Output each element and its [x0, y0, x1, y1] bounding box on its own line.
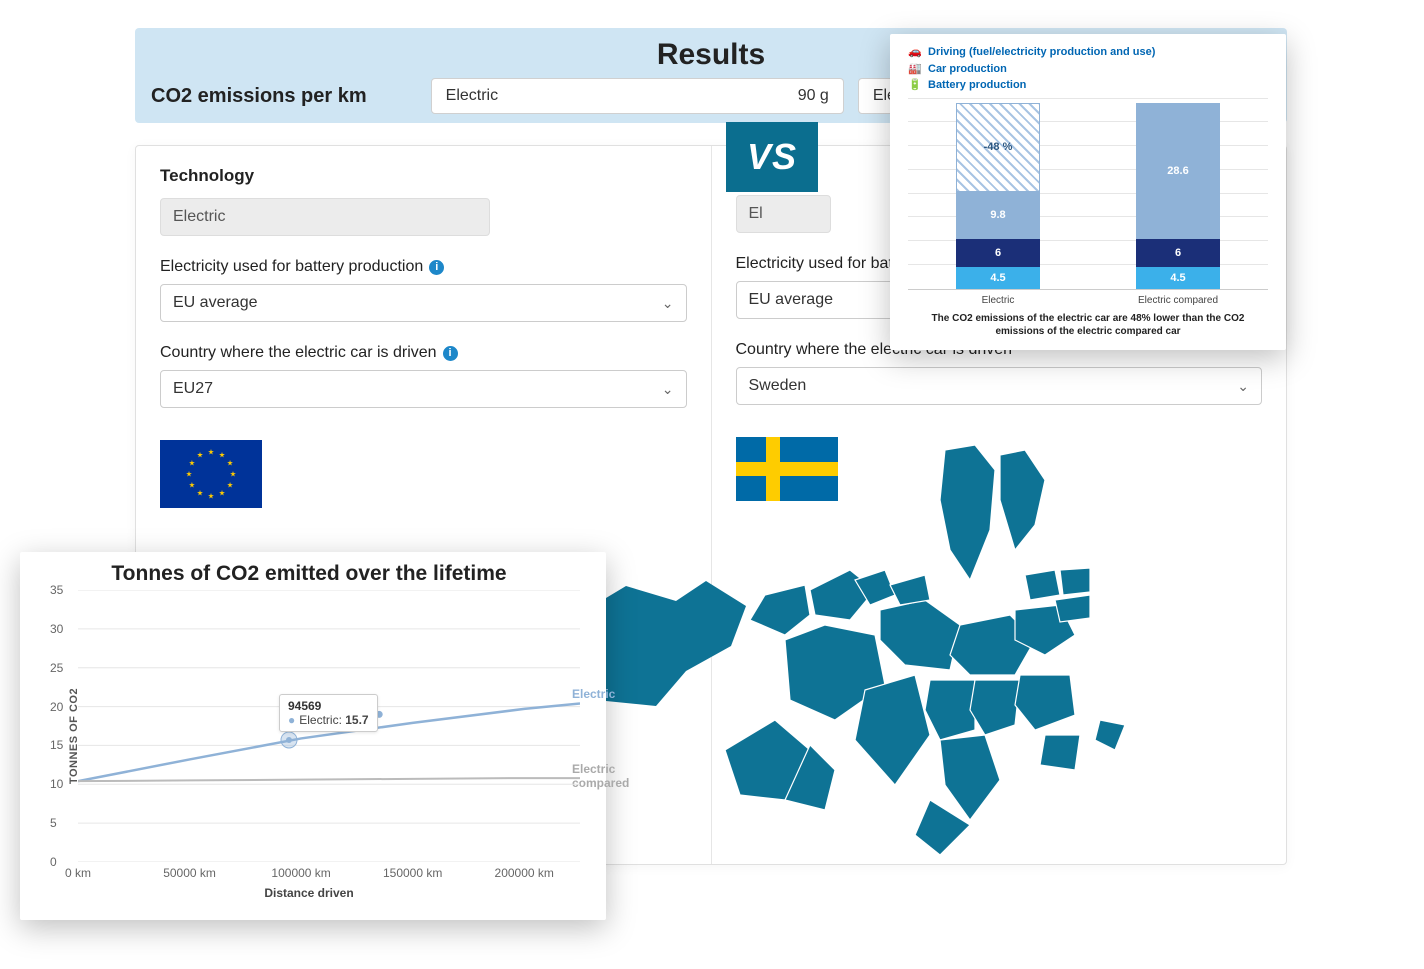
battery-icon: 🔋 [908, 77, 922, 94]
bar-plot: 4.569.8-48 % 4.5628.6 [908, 100, 1268, 290]
technology-field-right[interactable]: El [736, 195, 831, 233]
bar-caption: The CO2 emissions of the electric car ar… [908, 312, 1268, 339]
y-tick: 25 [50, 661, 63, 675]
battery-prod-label-text: Electricity used for battery production [160, 258, 423, 276]
x-tick: 150000 km [383, 866, 442, 880]
chart-tooltip: 94569●Electric: 15.7 [279, 694, 378, 732]
battery-prod-label-left: Electricity used for battery production … [160, 258, 687, 276]
stacked-bar-popup: 🚗 Driving (fuel/electricity production an… [890, 34, 1286, 350]
co2-label: CO2 emissions per km [151, 85, 367, 108]
car-icon: 🚗 [908, 44, 922, 61]
y-tick: 5 [50, 816, 57, 830]
technology-value-left: Electric [173, 208, 225, 226]
y-tick: 20 [50, 700, 63, 714]
chevron-down-icon: ⌄ [1237, 378, 1249, 395]
bar-legend: 🚗 Driving (fuel/electricity production an… [908, 44, 1268, 94]
bar-category-label: Electric compared [1136, 290, 1220, 306]
x-axis-label: Distance driven [28, 886, 590, 900]
battery-prod-value-left: EU average [173, 294, 258, 312]
y-tick: 0 [50, 855, 57, 869]
info-icon[interactable]: i [429, 260, 444, 275]
y-tick: 10 [50, 777, 63, 791]
country-label-left: Country where the electric car is driven… [160, 344, 687, 362]
country-value-left: EU27 [173, 380, 213, 398]
eu-flag-icon [160, 440, 262, 508]
country-select-left[interactable]: EU27 ⌄ [160, 370, 687, 408]
line-title: Tonnes of CO2 emitted over the lifetime [28, 562, 590, 586]
bar-category-label: Electric [956, 290, 1040, 306]
country-label-text: Country where the electric car is driven [160, 344, 437, 362]
bar-xlabels: Electric Electric compared [908, 290, 1268, 306]
y-tick: 15 [50, 738, 63, 752]
country-value-right: Sweden [749, 377, 807, 395]
info-icon[interactable]: i [443, 346, 458, 361]
technology-value-right: El [749, 205, 763, 223]
legend-car: Car production [928, 61, 1007, 78]
x-tick: 100000 km [271, 866, 330, 880]
vs-badge: VS [726, 122, 818, 192]
result-electric-name: Electric [446, 87, 498, 105]
legend-driving: Driving (fuel/electricity production and… [928, 44, 1155, 61]
technology-field-left[interactable]: Electric [160, 198, 490, 236]
chevron-down-icon: ⌄ [662, 295, 674, 312]
y-tick: 30 [50, 622, 63, 636]
bar-stack: 4.569.8-48 % [956, 192, 1040, 288]
x-tick: 50000 km [163, 866, 216, 880]
x-tick: 200000 km [495, 866, 554, 880]
result-electric: Electric 90 g [431, 78, 844, 114]
battery-prod-select-left[interactable]: EU average ⌄ [160, 284, 687, 322]
line-plot: 051015202530350 km50000 km100000 km15000… [78, 590, 580, 862]
battery-prod-value-right: EU average [749, 291, 834, 309]
result-electric-value: 90 g [798, 87, 829, 105]
country-select-right[interactable]: Sweden ⌄ [736, 367, 1263, 405]
bar-stack: 4.5628.6 [1136, 103, 1220, 289]
series-label: Electric compared [572, 762, 629, 790]
technology-heading: Technology [160, 166, 687, 186]
x-tick: 0 km [65, 866, 91, 880]
chevron-down-icon: ⌄ [662, 381, 674, 398]
factory-icon: 🏭 [908, 61, 922, 78]
map-right [715, 440, 1135, 870]
legend-battery: Battery production [928, 77, 1026, 94]
line-chart-popup: Tonnes of CO2 emitted over the lifetime … [20, 552, 606, 920]
y-tick: 35 [50, 583, 63, 597]
